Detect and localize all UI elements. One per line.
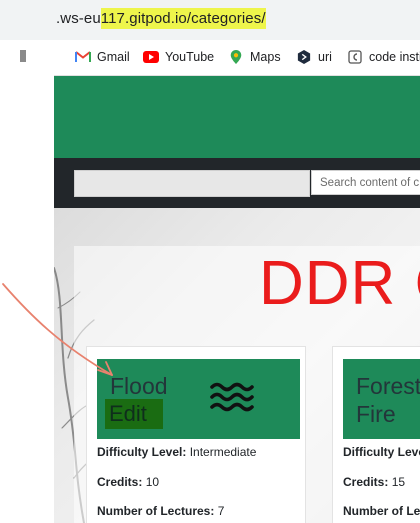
bookmark-maps[interactable]: Maps <box>228 50 281 64</box>
page-title: DDR C <box>259 249 420 318</box>
category-card: Forest Fire Difficulty Leve Credits: 15 … <box>332 346 420 523</box>
credits-value: 15 <box>391 475 406 489</box>
credits-row: Credits: 15 <box>343 475 405 489</box>
lectures-row: Number of Lectures: 7 <box>97 504 224 518</box>
bookmark-uri[interactable]: uri <box>296 50 332 64</box>
category-card-header: Forest Fire <box>343 359 420 439</box>
lectures-value: 7 <box>217 504 225 518</box>
bookmark-label: Gmail <box>97 50 130 64</box>
search-input[interactable]: Search content of c <box>311 170 420 195</box>
url-highlighted: 117.gitpod.io/categories/ <box>100 8 266 29</box>
bookmarks-bar: Gmail YouTube Maps uri code instit <box>0 40 420 76</box>
difficulty-label: Difficulty Leve <box>343 445 420 459</box>
bookmark-code-institute[interactable]: code instit <box>347 50 420 64</box>
search-bar-track <box>74 170 310 197</box>
credits-label: Credits: <box>343 475 389 489</box>
bookmark-gmail[interactable]: Gmail <box>75 50 130 64</box>
code-institute-icon <box>348 50 362 64</box>
address-bar[interactable]: .ws-eu117.gitpod.io/categories/ <box>0 0 420 40</box>
lectures-row: Number of Lec <box>343 504 420 518</box>
difficulty-row: Difficulty Leve <box>343 445 420 459</box>
youtube-icon <box>143 51 159 63</box>
bookmark-label: YouTube <box>165 50 215 64</box>
site-header <box>54 76 420 158</box>
uri-icon <box>297 50 311 64</box>
gmail-icon <box>75 51 91 62</box>
credits-label: Credits: <box>97 475 143 489</box>
edit-button[interactable]: Edit <box>105 399 163 429</box>
bookmark-label: Maps <box>250 50 281 64</box>
url-text[interactable]: .ws-eu117.gitpod.io/categories/ <box>56 8 266 29</box>
url-prefix: .ws-eu <box>56 10 101 27</box>
water-waves-icon <box>210 382 254 412</box>
maps-icon <box>230 50 242 64</box>
credits-value: 10 <box>145 475 160 489</box>
annotation-arrow <box>2 283 113 376</box>
bookmark-youtube[interactable]: YouTube <box>143 50 214 64</box>
difficulty-label: Difficulty Level: <box>97 445 187 459</box>
credits-row: Credits: 10 <box>97 475 159 489</box>
difficulty-value: Intermediate <box>189 445 257 459</box>
difficulty-row: Difficulty Level: Intermediate <box>97 445 256 459</box>
bookmark-label: code instit <box>369 50 420 64</box>
lectures-label: Number of Lec <box>343 504 420 518</box>
category-name: Forest Fire <box>356 373 420 427</box>
bookmark-label: uri <box>318 50 332 64</box>
lectures-label: Number of Lectures: <box>97 504 215 518</box>
bookmark-partial[interactable] <box>20 50 26 62</box>
